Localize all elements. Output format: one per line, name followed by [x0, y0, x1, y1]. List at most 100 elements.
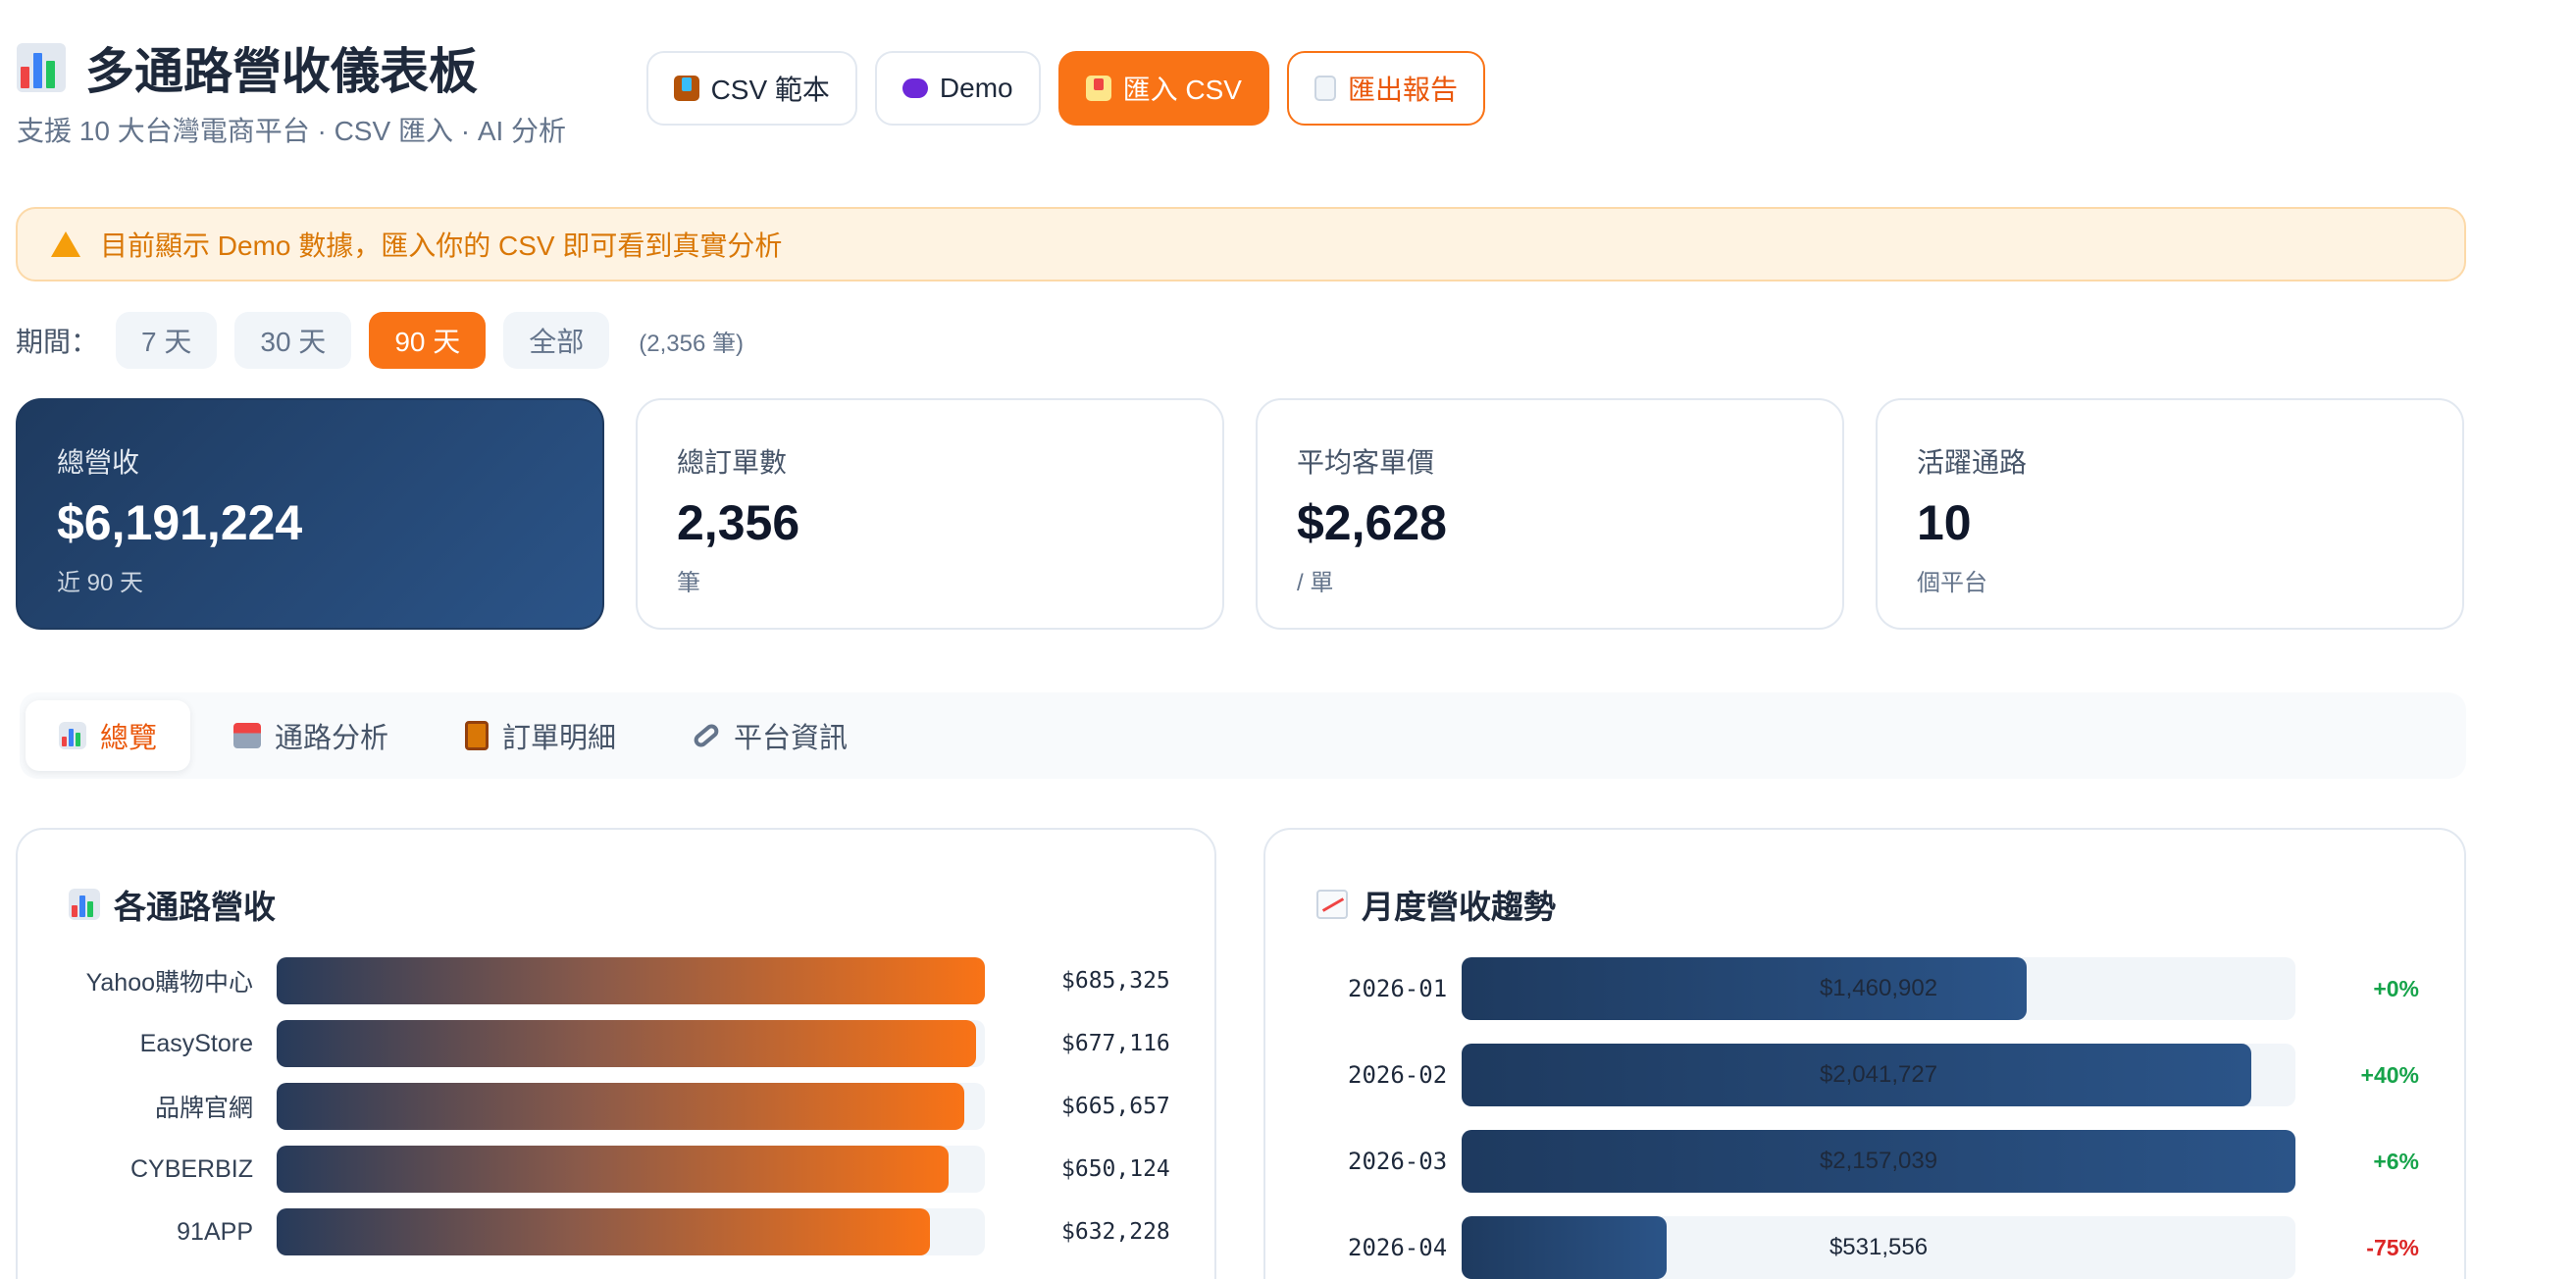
demo-button[interactable]: Demo — [874, 51, 1041, 126]
import-csv-label: 匯入 CSV — [1122, 75, 1242, 105]
page-header: 多通路營收儀表板 支援 10 大台灣電商平台 · CSV 匯入 · AI 分析 — [17, 33, 566, 149]
month-growth: -75% — [2366, 1234, 2419, 1260]
panel-title: 各通路營收 — [69, 881, 276, 928]
channel-row: CYBERBIZ $650,124 — [18, 1146, 1214, 1193]
channel-row: Yahoo購物中心 $685,325 — [18, 957, 1214, 1004]
clipboard-icon — [465, 721, 489, 750]
kpi-label: 活躍通路 — [1917, 447, 2028, 478]
tab-label: 總覽 — [100, 723, 158, 754]
document-icon — [1314, 76, 1336, 101]
export-report-label: 匯出報告 — [1347, 75, 1458, 105]
month-row: 2026-03 $2,157,039 +6% — [1265, 1130, 2464, 1193]
channel-panel-title: 各通路營收 — [114, 889, 276, 925]
period-filter: 期間： 7 天 30 天 90 天 全部 (2,356 筆) — [16, 312, 744, 369]
kpi-label: 總營收 — [57, 447, 140, 478]
game-controller-icon — [902, 78, 928, 98]
panel-title: 月度營收趨勢 — [1316, 881, 1556, 928]
link-icon — [691, 721, 722, 750]
channel-value: $677,116 — [1061, 1031, 1170, 1056]
month-value: $2,157,039 — [1819, 1148, 1938, 1174]
month-value: $2,041,727 — [1819, 1061, 1938, 1088]
import-csv-button[interactable]: 匯入 CSV — [1057, 51, 1269, 126]
channel-bar — [277, 957, 985, 1004]
kpi-avg-order-value: 平均客單價 $2,628 / 單 — [1256, 398, 1844, 630]
csv-template-label: CSV 範本 — [710, 75, 830, 105]
tab-bar: 總覽 通路分析 訂單明細 平台資訊 — [20, 692, 2466, 779]
month-label: 2026-01 — [1348, 975, 1448, 1002]
month-value: $531,556 — [1829, 1234, 1929, 1260]
bar-chart-icon — [59, 722, 86, 749]
channel-bar — [277, 1146, 949, 1193]
record-count: (2,356 筆) — [639, 330, 744, 357]
demo-notice-banner: 目前顯示 Demo 數據，匯入你的 CSV 即可看到真實分析 — [16, 207, 2466, 281]
kpi-value: 2,356 — [677, 495, 800, 550]
demo-label: Demo — [939, 73, 1013, 103]
channel-value: $685,325 — [1061, 968, 1170, 994]
tab-label: 通路分析 — [275, 723, 389, 754]
trend-chart-icon — [1316, 890, 1348, 919]
tab-platform-info[interactable]: 平台資訊 — [659, 700, 881, 771]
channel-bar — [277, 1020, 976, 1067]
channel-row: EasyStore $677,116 — [18, 1020, 1214, 1067]
channel-revenue-panel: 各通路營收 Yahoo購物中心 $685,325 EasyStore $677,116… — [16, 828, 1216, 1279]
month-growth: +40% — [2360, 1061, 2419, 1088]
demo-notice-text: 目前顯示 Demo 數據，匯入你的 CSV 即可看到真實分析 — [100, 230, 783, 261]
page-title-text: 多通路營收儀表板 — [85, 44, 478, 99]
channel-name: CYBERBIZ — [129, 1154, 253, 1183]
month-label: 2026-03 — [1348, 1148, 1448, 1175]
export-report-button[interactable]: 匯出報告 — [1286, 51, 1485, 126]
period-all-button[interactable]: 全部 — [503, 312, 610, 369]
tab-channel-analysis[interactable]: 通路分析 — [200, 700, 422, 771]
channel-bar — [277, 1083, 964, 1130]
period-label: 期間： — [16, 327, 99, 357]
tab-overview[interactable]: 總覽 — [26, 700, 191, 771]
month-value: $1,460,902 — [1819, 975, 1938, 1001]
month-growth: +0% — [2373, 975, 2419, 1001]
kpi-value: $2,628 — [1297, 495, 1447, 550]
kpi-total-orders: 總訂單數 2,356 筆 — [636, 398, 1224, 630]
store-icon — [233, 723, 262, 748]
kpi-value: 10 — [1917, 495, 1972, 550]
month-row: 2026-01 $1,460,902 +0% — [1265, 957, 2464, 1020]
channel-name: Yahoo購物中心 — [85, 969, 253, 997]
kpi-value: $6,191,224 — [57, 495, 303, 550]
kpi-total-revenue: 總營收 $6,191,224 近 90 天 — [16, 398, 604, 630]
monthly-panel-title: 月度營收趨勢 — [1362, 889, 1556, 925]
channel-value: $650,124 — [1061, 1156, 1170, 1182]
kpi-sub: 筆 — [677, 570, 700, 596]
monthly-trend-panel: 月度營收趨勢 2026-01 $1,460,902 +0% 2026-02 $2,041… — [1263, 828, 2466, 1279]
bar-chart-icon — [17, 43, 66, 92]
kpi-active-channels: 活躍通路 10 個平台 — [1876, 398, 2464, 630]
period-7d-button[interactable]: 7 天 — [116, 312, 218, 369]
page-subtitle: 支援 10 大台灣電商平台 · CSV 匯入 · AI 分析 — [17, 116, 567, 146]
channel-name: 91APP — [177, 1217, 253, 1246]
period-30d-button[interactable]: 30 天 — [234, 312, 352, 369]
channel-value: $632,228 — [1061, 1219, 1170, 1245]
kpi-label: 平均客單價 — [1297, 447, 1435, 478]
page-title: 多通路營收儀表板 — [17, 33, 566, 102]
channel-name: 品牌官網 — [154, 1095, 253, 1122]
channel-row: 品牌官網 $665,657 — [18, 1083, 1214, 1130]
month-label: 2026-02 — [1348, 1061, 1448, 1089]
kpi-label: 總訂單數 — [677, 447, 788, 478]
csv-template-button[interactable]: CSV 範本 — [645, 51, 857, 126]
bar-chart-icon — [69, 889, 100, 920]
channel-row: 91APP $632,228 — [18, 1208, 1214, 1255]
month-row: 2026-02 $2,041,727 +40% — [1265, 1044, 2464, 1106]
warning-icon — [51, 231, 80, 257]
channel-name: EasyStore — [139, 1029, 253, 1057]
month-label: 2026-04 — [1348, 1234, 1448, 1261]
period-90d-button[interactable]: 90 天 — [369, 312, 487, 369]
kpi-sub: 個平台 — [1917, 570, 1987, 596]
channel-bar — [277, 1208, 930, 1255]
tab-label: 訂單明細 — [502, 723, 617, 754]
channel-value: $665,657 — [1061, 1094, 1170, 1119]
kpi-sub: / 單 — [1297, 570, 1334, 596]
header-actions: CSV 範本 Demo 匯入 CSV 匯出報告 — [645, 51, 1485, 126]
inbox-tray-icon — [1085, 76, 1111, 101]
kpi-sub: 近 90 天 — [57, 570, 144, 596]
tab-order-details[interactable]: 訂單明細 — [432, 700, 649, 771]
inbox-tray-icon — [673, 76, 699, 101]
month-row: 2026-04 $531,556 -75% — [1265, 1216, 2464, 1279]
month-growth: +6% — [2373, 1148, 2419, 1174]
